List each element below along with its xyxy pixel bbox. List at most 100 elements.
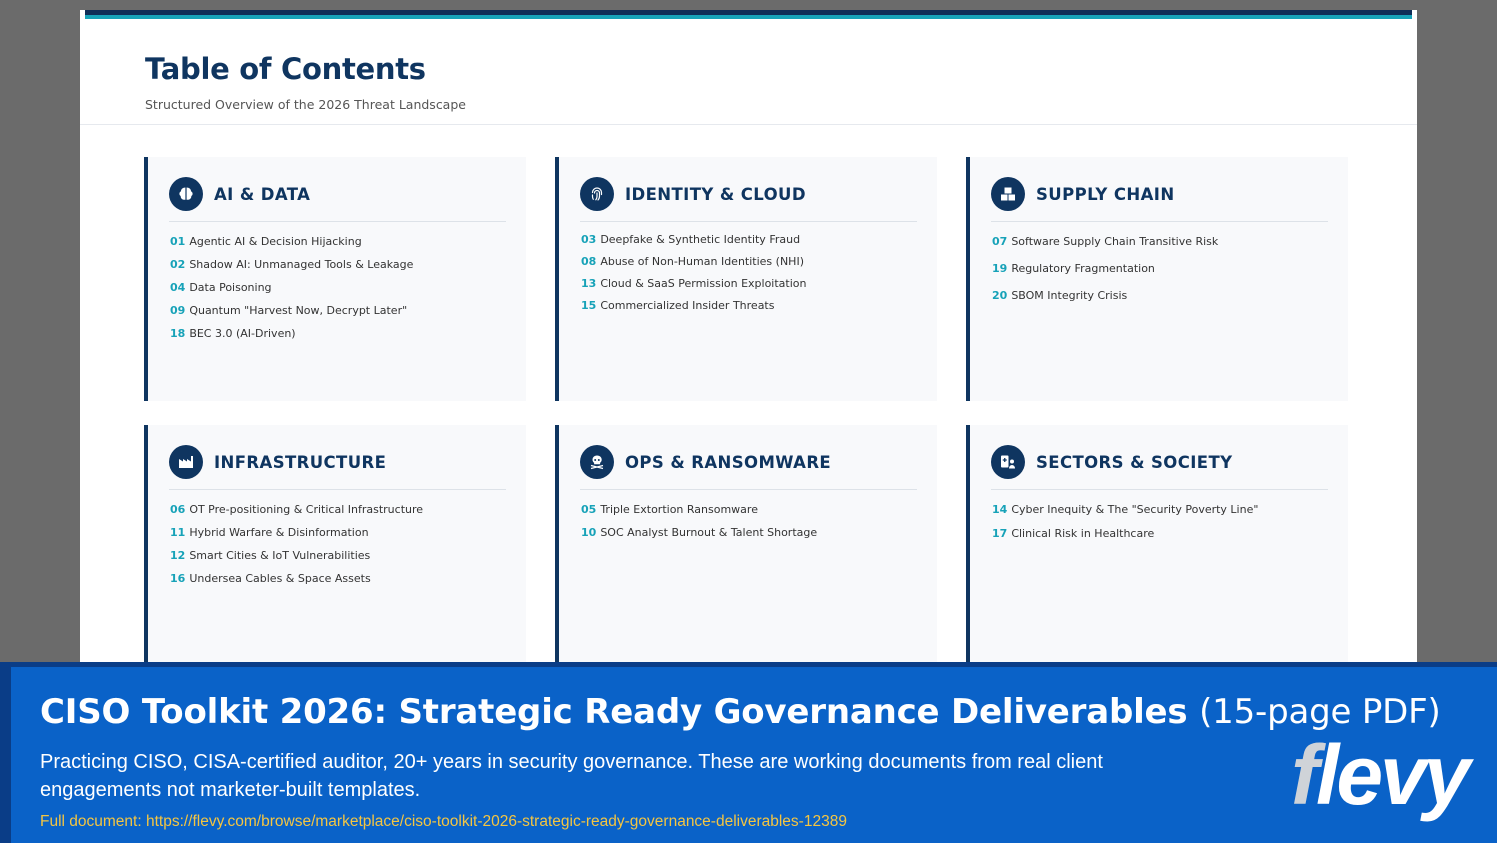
topic-number: 05: [581, 503, 597, 516]
topic-item: 18 BEC 3.0 (AI-Driven): [170, 327, 516, 350]
flevy-logo[interactable]: flevy: [1291, 733, 1470, 817]
banner-title-suffix: (15-page PDF): [1199, 692, 1441, 732]
section-card-infrastructure: INFRASTRUCTURE 06 OT Pre-positioning & Cr…: [144, 425, 526, 669]
topic-item: 04 Data Poisoning: [170, 281, 516, 304]
topic-number: 09: [170, 304, 186, 317]
topic-item: 15 Commercialized Insider Threats: [581, 299, 927, 321]
section-title: OPS & RANSOMWARE: [625, 453, 832, 472]
topic-number: 19: [992, 262, 1008, 275]
topic-label: OT Pre-positioning & Critical Infrastruc…: [189, 503, 424, 516]
banner-title-main: CISO Toolkit 2026: Strategic Ready Gover…: [40, 692, 1188, 732]
topic-label: Quantum "Harvest Now, Decrypt Later": [189, 304, 408, 317]
section-card-ops-ransomware: OPS & RANSOMWARE 05 Triple Extortion Rans…: [555, 425, 937, 669]
topic-item: 07 Software Supply Chain Transitive Risk: [992, 235, 1338, 262]
topic-label: Regulatory Fragmentation: [1011, 262, 1155, 275]
topic-number: 20: [992, 289, 1008, 302]
section-card-supply-chain: SUPPLY CHAIN 07 Software Supply Chain Tra…: [966, 157, 1348, 401]
topic-label: Agentic AI & Decision Hijacking: [189, 235, 362, 248]
topic-item: 14 Cyber Inequity & The "Security Poverty…: [992, 503, 1338, 527]
topic-number: 18: [170, 327, 186, 340]
topic-number: 03: [581, 233, 597, 246]
topic-label: Cyber Inequity & The "Security Poverty L…: [1011, 503, 1259, 516]
page-title: Table of Contents: [145, 52, 426, 86]
topic-item: 12 Smart Cities & IoT Vulnerabilities: [170, 549, 516, 572]
topic-label: Shadow AI: Unmanaged Tools & Leakage: [189, 258, 414, 271]
topic-number: 14: [992, 503, 1008, 516]
topic-number: 06: [170, 503, 186, 516]
top-accent-stripe: [85, 15, 1412, 19]
section-card-identity-cloud: IDENTITY & CLOUD 03 Deepfake & Synthetic …: [555, 157, 937, 401]
topic-item: 17 Clinical Risk in Healthcare: [992, 527, 1338, 551]
topic-list: 07 Software Supply Chain Transitive Risk …: [992, 235, 1338, 316]
topic-number: 13: [581, 277, 597, 290]
topic-number: 02: [170, 258, 186, 271]
header-divider: [80, 124, 1417, 125]
topic-number: 01: [170, 235, 186, 248]
product-banner: CISO Toolkit 2026: Strategic Ready Gover…: [0, 662, 1497, 843]
topic-label: BEC 3.0 (AI-Driven): [189, 327, 296, 340]
topic-list: 06 OT Pre-positioning & Critical Infrastr…: [170, 503, 516, 595]
topic-item: 08 Abuse of Non-Human Identities (NHI): [581, 255, 927, 277]
section-header: SUPPLY CHAIN: [991, 177, 1328, 222]
section-title: SECTORS & SOCIETY: [1036, 453, 1233, 472]
fingerprint-icon: [580, 177, 614, 211]
topic-number: 11: [170, 526, 186, 539]
section-card-sectors-society: SECTORS & SOCIETY 14 Cyber Inequity & The…: [966, 425, 1348, 669]
topic-item: 10 SOC Analyst Burnout & Talent Shortage: [581, 526, 927, 549]
topic-number: 04: [170, 281, 186, 294]
factory-icon: [169, 445, 203, 479]
section-header: INFRASTRUCTURE: [169, 445, 506, 490]
topic-number: 16: [170, 572, 186, 585]
topic-number: 07: [992, 235, 1008, 248]
section-title: IDENTITY & CLOUD: [625, 185, 806, 204]
topic-label: Clinical Risk in Healthcare: [1011, 527, 1155, 540]
topic-label: Commercialized Insider Threats: [600, 299, 775, 312]
topic-item: 05 Triple Extortion Ransomware: [581, 503, 927, 526]
slide-page: Table of Contents Structured Overview of…: [80, 10, 1417, 670]
topic-item: 11 Hybrid Warfare & Disinformation: [170, 526, 516, 549]
page-subtitle: Structured Overview of the 2026 Threat L…: [145, 97, 466, 112]
topic-list: 01 Agentic AI & Decision Hijacking 02 Shad…: [170, 235, 516, 350]
topic-item: 20 SBOM Integrity Crisis: [992, 289, 1338, 316]
boxes-icon: [991, 177, 1025, 211]
topic-item: 03 Deepfake & Synthetic Identity Fraud: [581, 233, 927, 255]
topic-item: 13 Cloud & SaaS Permission Exploitation: [581, 277, 927, 299]
section-header: AI & DATA: [169, 177, 506, 222]
hospital-user-icon: [991, 445, 1025, 479]
topic-label: Smart Cities & IoT Vulnerabilities: [189, 549, 371, 562]
section-header: SECTORS & SOCIETY: [991, 445, 1328, 490]
topic-list: 05 Triple Extortion Ransomware 10 SOC Anal…: [581, 503, 927, 549]
topic-label: Cloud & SaaS Permission Exploitation: [600, 277, 807, 290]
topic-item: 06 OT Pre-positioning & Critical Infrastr…: [170, 503, 516, 526]
topic-number: 15: [581, 299, 597, 312]
topic-label: Triple Extortion Ransomware: [600, 503, 758, 516]
topic-label: Software Supply Chain Transitive Risk: [1011, 235, 1219, 248]
brain-icon: [169, 177, 203, 211]
topic-label: SOC Analyst Burnout & Talent Shortage: [600, 526, 818, 539]
topic-list: 14 Cyber Inequity & The "Security Poverty…: [992, 503, 1338, 551]
topic-label: Undersea Cables & Space Assets: [189, 572, 371, 585]
section-card-ai-data: AI & DATA 01 Agentic AI & Decision Hijack…: [144, 157, 526, 401]
topic-number: 10: [581, 526, 597, 539]
topic-number: 12: [170, 549, 186, 562]
section-title: SUPPLY CHAIN: [1036, 185, 1175, 204]
banner-description: Practicing CISO, CISA-certified auditor,…: [40, 751, 1103, 801]
topic-label: SBOM Integrity Crisis: [1011, 289, 1128, 302]
topic-item: 16 Undersea Cables & Space Assets: [170, 572, 516, 595]
document-link[interactable]: Full document: https://flevy.com/browse/…: [40, 813, 847, 831]
skull-icon: [580, 445, 614, 479]
topic-number: 08: [581, 255, 597, 268]
section-title: INFRASTRUCTURE: [214, 453, 387, 472]
topic-item: 19 Regulatory Fragmentation: [992, 262, 1338, 289]
topic-label: Hybrid Warfare & Disinformation: [189, 526, 369, 539]
section-header: OPS & RANSOMWARE: [580, 445, 917, 490]
section-header: IDENTITY & CLOUD: [580, 177, 917, 222]
banner-title: CISO Toolkit 2026: Strategic Ready Gover…: [40, 692, 1441, 732]
topic-list: 03 Deepfake & Synthetic Identity Fraud 08…: [581, 233, 927, 321]
topic-label: Deepfake & Synthetic Identity Fraud: [600, 233, 801, 246]
topic-number: 17: [992, 527, 1008, 540]
topic-label: Data Poisoning: [189, 281, 272, 294]
topic-item: 09 Quantum "Harvest Now, Decrypt Later": [170, 304, 516, 327]
topic-item: 02 Shadow AI: Unmanaged Tools & Leakage: [170, 258, 516, 281]
topic-item: 01 Agentic AI & Decision Hijacking: [170, 235, 516, 258]
